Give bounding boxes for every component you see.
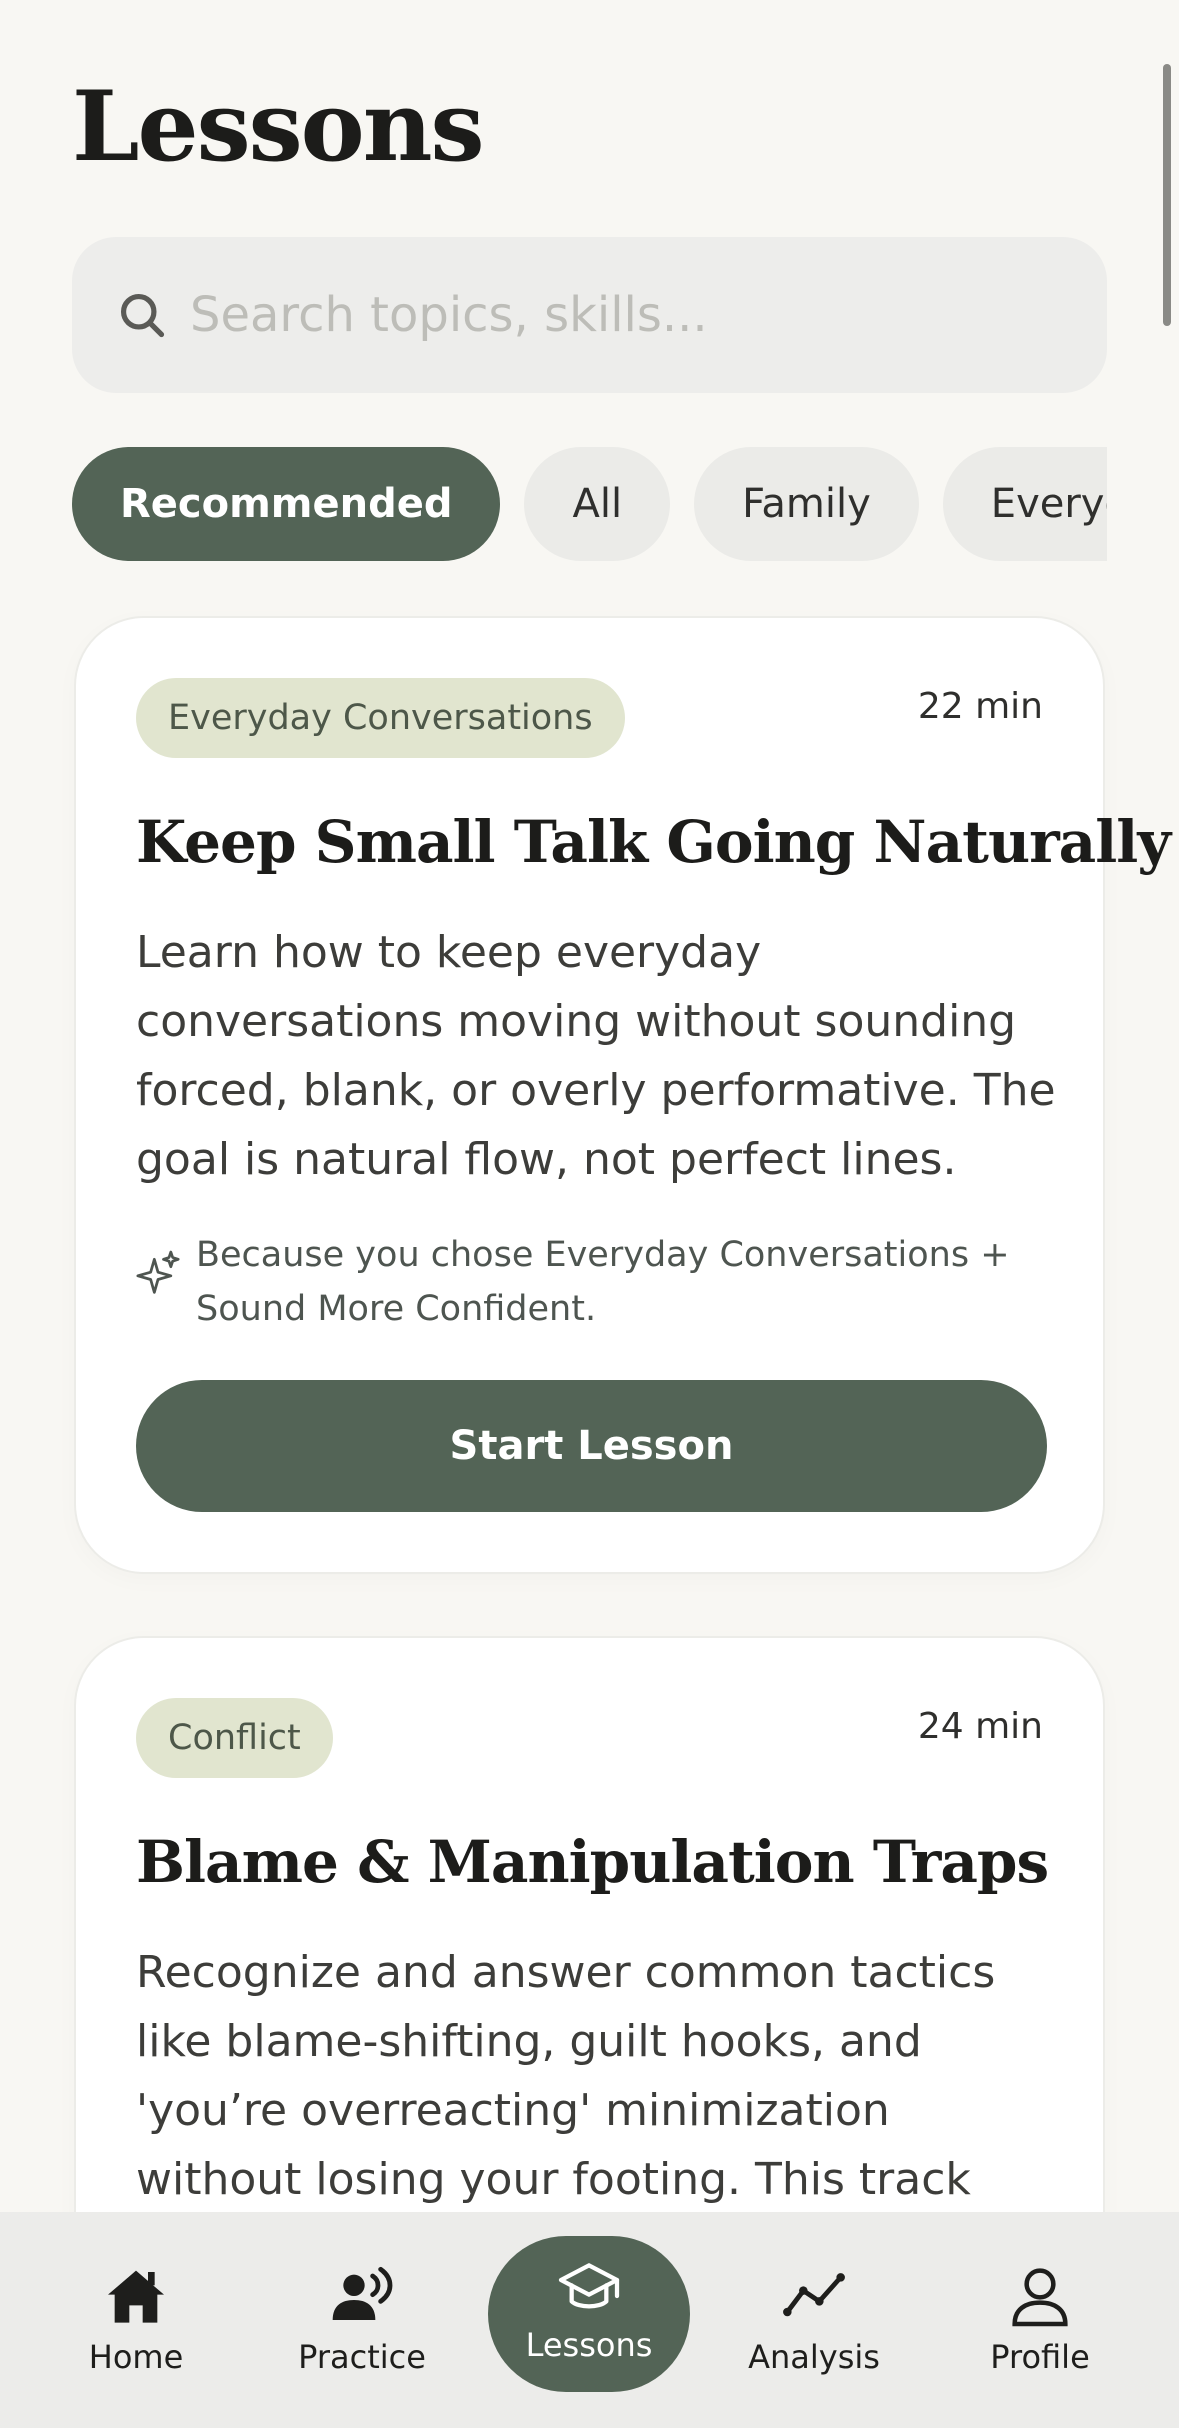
filter-chip-recommended[interactable]: Recommended	[72, 447, 501, 561]
graduation-cap-icon	[558, 2263, 620, 2309]
filter-chip-family[interactable]: Family	[694, 447, 919, 561]
recommendation-reason: Because you chose Everyday Conversations…	[136, 1228, 1056, 1336]
lesson-title: Blame & Manipulation Traps	[136, 1828, 1049, 1896]
category-tag: Conflict	[136, 1698, 333, 1778]
home-icon	[108, 2270, 164, 2323]
trend-line-icon	[783, 2273, 845, 2317]
nav-item-profile[interactable]: Profile	[940, 2212, 1140, 2428]
nav-item-lessons[interactable]: Lessons	[488, 2236, 690, 2392]
filter-chips: Recommended All Family Everyday	[72, 447, 1107, 562]
nav-label-profile: Profile	[990, 2338, 1090, 2376]
nav-item-practice[interactable]: Practice	[262, 2212, 462, 2428]
sparkle-icon	[136, 1250, 180, 1294]
category-tag: Everyday Conversations	[136, 678, 625, 758]
search-input[interactable]	[190, 287, 1010, 343]
recommendation-text: Because you chose Everyday Conversations…	[196, 1235, 1010, 1329]
search-icon	[120, 293, 165, 338]
lesson-card[interactable]: Everyday Conversations 22 min Keep Small…	[74, 616, 1171, 1574]
nav-item-analysis[interactable]: Analysis	[714, 2212, 914, 2428]
person-icon	[1012, 2268, 1068, 2327]
filter-chip-everyday[interactable]: Everyday	[942, 447, 1107, 561]
nav-label-lessons: Lessons	[525, 2326, 653, 2364]
lesson-title: Keep Small Talk Going Naturally	[136, 808, 1171, 876]
scroll-indicator[interactable]	[1163, 64, 1171, 326]
nav-label-analysis: Analysis	[748, 2338, 880, 2376]
filter-chip-all[interactable]: All	[524, 447, 671, 561]
start-lesson-button[interactable]: Start Lesson	[136, 1380, 1047, 1512]
nav-label-practice: Practice	[298, 2338, 426, 2376]
nav-item-home[interactable]: Home	[36, 2212, 236, 2428]
speaking-person-icon	[332, 2266, 393, 2320]
page-title: Lessons	[72, 70, 485, 183]
lesson-description: Learn how to keep everyday conversations…	[136, 927, 1056, 1185]
search-bar[interactable]	[72, 237, 1107, 393]
bottom-nav: Home Practice Lessons Analysis Profile	[0, 2212, 1179, 2428]
nav-label-home: Home	[88, 2338, 184, 2376]
lesson-duration: 22 min	[917, 686, 1043, 727]
lesson-duration: 24 min	[917, 1706, 1043, 1747]
